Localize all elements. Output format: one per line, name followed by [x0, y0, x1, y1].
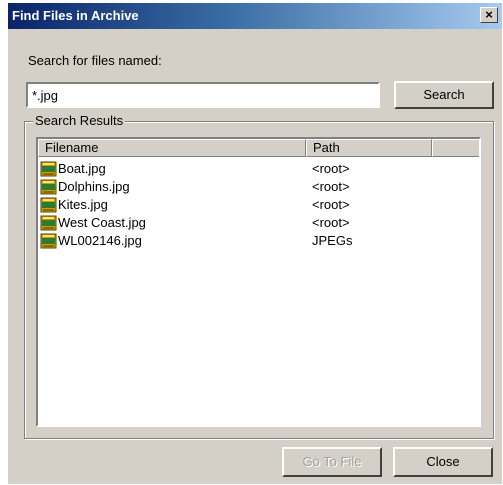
list-item[interactable]: WL002146.jpg JPEGs — [38, 232, 479, 250]
filename-cell: Dolphins.jpg — [58, 179, 130, 194]
filename-cell: Boat.jpg — [58, 161, 106, 176]
list-header: Filename Path — [38, 139, 479, 157]
window-title: Find Files in Archive — [12, 8, 139, 23]
column-header-filename[interactable]: Filename — [38, 139, 306, 157]
list-item[interactable]: Boat.jpg <root> — [38, 160, 479, 178]
column-header-path[interactable]: Path — [306, 139, 432, 157]
list-item[interactable]: Dolphins.jpg <root> — [38, 178, 479, 196]
jpeg-file-icon — [40, 161, 57, 177]
jpeg-file-icon — [40, 179, 57, 195]
jpeg-file-icon — [40, 215, 57, 231]
list-item[interactable]: West Coast.jpg <root> — [38, 214, 479, 232]
search-button[interactable]: Search — [394, 81, 494, 109]
close-window-button[interactable]: × — [480, 7, 498, 23]
jpeg-file-icon — [40, 233, 57, 249]
path-cell: <root> — [312, 161, 350, 176]
path-cell: <root> — [312, 179, 350, 194]
go-to-file-button[interactable]: Go To File — [282, 447, 382, 477]
search-input[interactable] — [26, 82, 380, 108]
jpeg-file-icon — [40, 197, 57, 213]
search-results-label: Search Results — [33, 113, 126, 128]
path-cell: JPEGs — [312, 233, 353, 248]
list-item[interactable]: Kites.jpg <root> — [38, 196, 479, 214]
filename-cell: Kites.jpg — [58, 197, 108, 212]
path-cell: <root> — [312, 215, 350, 230]
path-cell: <root> — [312, 197, 350, 212]
results-list[interactable]: Filename Path Boat.jpg <root> Dolphins.j… — [36, 137, 481, 427]
filename-cell: WL002146.jpg — [58, 233, 142, 248]
column-header-empty — [432, 139, 479, 157]
filename-cell: West Coast.jpg — [58, 215, 146, 230]
find-files-dialog: Find Files in Archive × Search for files… — [8, 3, 502, 484]
close-button[interactable]: Close — [393, 447, 493, 477]
title-bar[interactable]: Find Files in Archive × — [8, 3, 502, 29]
search-label: Search for files named: — [28, 53, 162, 68]
